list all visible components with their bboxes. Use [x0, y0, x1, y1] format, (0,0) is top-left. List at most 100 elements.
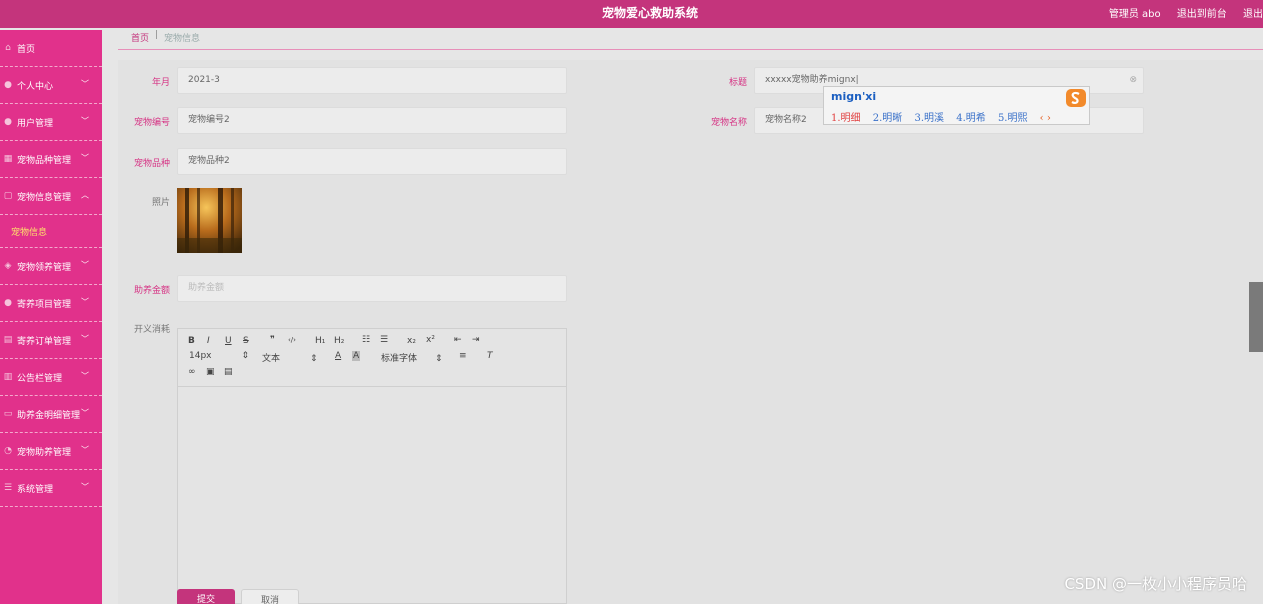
- watermark: CSDN @一枚小小程序员哈: [1064, 575, 1247, 593]
- title-input-value: xxxxx宠物助养mignx|: [765, 75, 859, 85]
- photo-label: 照片: [151, 198, 170, 208]
- pet-breed-input[interactable]: 宠物品种2: [177, 148, 567, 175]
- sidebar-item-pet-info[interactable]: ▢ 宠物信息管理 ︿: [0, 178, 102, 215]
- sidebar-item-breed[interactable]: ▦ 宠物品种管理 ﹀: [0, 141, 102, 178]
- underline-button[interactable]: U: [225, 336, 232, 346]
- pet-no-input[interactable]: 宠物编号2: [177, 107, 567, 134]
- ime-candidate[interactable]: 3.明溪: [914, 113, 944, 124]
- sidebar-item-sponsor[interactable]: ◔ 宠物助养管理 ﹀: [0, 433, 102, 470]
- ime-candidates: 1.明细 2.明晰 3.明溪 4.明希 5.明熙 ‹ ›: [831, 109, 1060, 124]
- video-icon[interactable]: ▤: [224, 367, 233, 377]
- amount-input[interactable]: 助养金额: [177, 275, 567, 302]
- cancel-button[interactable]: 取消: [241, 589, 299, 604]
- clear-icon[interactable]: ⊗: [1129, 68, 1137, 93]
- menu-icon: ☰: [3, 483, 13, 493]
- home-icon: ⌂: [5, 43, 11, 53]
- sidebar-item-foster-order[interactable]: ▤ 寄养订单管理 ﹀: [0, 322, 102, 359]
- submit-button[interactable]: 提交: [177, 589, 235, 604]
- h2-button[interactable]: H₂: [334, 336, 344, 346]
- person-icon: ●: [4, 298, 12, 308]
- font-family-select[interactable]: 标准字体 ⇕: [381, 351, 443, 364]
- strike-button[interactable]: S: [243, 336, 249, 346]
- bullet-list-icon[interactable]: ☰: [380, 335, 388, 345]
- sidebar-item-users[interactable]: ● 用户管理 ﹀: [0, 104, 102, 141]
- sogou-logo-icon: [1066, 89, 1086, 107]
- sidebar-item-home[interactable]: ⌂ 首页: [0, 30, 102, 67]
- align-icon[interactable]: ≡: [459, 351, 467, 361]
- breadcrumb: 首页 | 宠物信息: [118, 30, 1263, 50]
- chevron-down-icon: ﹀: [81, 482, 89, 492]
- sidebar-subitem-pet-info[interactable]: 宠物信息: [0, 215, 102, 248]
- breadcrumb-separator: |: [155, 30, 159, 40]
- chevron-down-icon: ﹀: [81, 371, 89, 381]
- italic-button[interactable]: I: [207, 336, 210, 346]
- ime-candidate[interactable]: 4.明希: [956, 113, 986, 124]
- ordered-list-icon[interactable]: ☷: [362, 335, 370, 345]
- app-title: 宠物爱心救助系统: [601, 6, 698, 20]
- ime-page-nav[interactable]: ‹ ›: [1040, 113, 1051, 124]
- h1-button[interactable]: H₁: [315, 336, 325, 346]
- sidebar-item-notice[interactable]: ▥ 公告栏管理 ﹀: [0, 359, 102, 396]
- top-header: 宠物爱心救助系统 管理员 abo 退出到前台 退出: [0, 0, 1263, 30]
- chevron-down-icon: ﹀: [81, 116, 89, 126]
- sidebar-item-fund-detail[interactable]: ▭ 助养金明细管理 ﹀: [0, 396, 102, 433]
- text-style-select[interactable]: 文本 ⇕: [262, 351, 318, 364]
- ime-candidate[interactable]: 1.明细: [831, 113, 861, 124]
- forest-image: [177, 188, 242, 253]
- breadcrumb-current: 宠物信息: [164, 34, 201, 44]
- ime-pinyin: mign'xi: [831, 90, 877, 103]
- scrollbar-thumb[interactable]: [1249, 282, 1263, 352]
- sidebar-item-personal[interactable]: ● 个人中心 ﹀: [0, 67, 102, 104]
- link-icon[interactable]: ∞: [188, 367, 196, 377]
- grid-icon: ▦: [3, 154, 13, 164]
- pet-breed-label: 宠物品种: [133, 159, 170, 169]
- year-month-label: 年月: [151, 78, 170, 88]
- editor-toolbar: B I U S ❞ ‹/› H₁ H₂ ☷ ☰ x₂ x² ⇤ ⇥ 14px ⇕ …: [178, 329, 566, 387]
- order-icon: ▤: [3, 335, 13, 345]
- list-icon: ▭: [3, 409, 13, 419]
- ime-candidate[interactable]: 5.明熙: [998, 113, 1028, 124]
- pet-photo[interactable]: [177, 188, 242, 253]
- clear-format-icon[interactable]: T: [487, 351, 493, 361]
- chart-icon: ▥: [3, 372, 13, 382]
- select-arrows-icon: ⇕: [435, 354, 443, 364]
- handshake-icon: ◈: [4, 261, 12, 271]
- pet-name-label: 宠物名称: [710, 118, 747, 128]
- chevron-down-icon: ﹀: [81, 153, 89, 163]
- ime-candidate-popup: mign'xi 1.明细 2.明晰 3.明溪 4.明希 5.明熙 ‹ ›: [823, 86, 1090, 125]
- indent-icon[interactable]: ⇥: [472, 335, 480, 345]
- quote-button[interactable]: ❞: [270, 335, 275, 345]
- admin-label: 管理员 abo: [1108, 9, 1161, 20]
- sidebar-item-system[interactable]: ☰ 系统管理 ﹀: [0, 470, 102, 507]
- code-button[interactable]: ‹/›: [288, 336, 296, 344]
- title-label: 标题: [728, 78, 747, 88]
- amount-label: 助养金额: [133, 286, 170, 296]
- details-label: 开义消耗: [133, 325, 170, 335]
- logout-link[interactable]: 退出: [1243, 9, 1263, 20]
- exit-to-front-link[interactable]: 退出到前台: [1177, 9, 1227, 20]
- font-color-icon[interactable]: A: [335, 351, 341, 361]
- background-color-icon[interactable]: A: [352, 351, 361, 361]
- breadcrumb-home[interactable]: 首页: [131, 31, 149, 44]
- chevron-down-icon: ﹀: [81, 297, 89, 307]
- chevron-up-icon: ︿: [81, 190, 89, 200]
- bold-button[interactable]: B: [188, 336, 195, 346]
- select-arrows-icon: ⇕: [310, 354, 318, 364]
- sidebar: ⌂ 首页 ● 个人中心 ﹀ ● 用户管理 ﹀ ▦ 宠物品种管理 ﹀ ▢ 宠物信息管理 ︿ 宠物信息…: [0, 30, 102, 604]
- chevron-down-icon: ﹀: [81, 79, 89, 89]
- sidebar-item-foster-project[interactable]: ● 寄养项目管理 ﹀: [0, 285, 102, 322]
- font-size-select[interactable]: 14px ⇕: [189, 351, 249, 361]
- chevron-down-icon: ﹀: [81, 260, 89, 270]
- image-icon[interactable]: ▣: [206, 367, 215, 377]
- header-actions: 管理员 abo 退出到前台 退出: [1096, 5, 1263, 20]
- rich-text-editor: B I U S ❞ ‹/› H₁ H₂ ☷ ☰ x₂ x² ⇤ ⇥ 14px ⇕ …: [177, 328, 567, 604]
- subscript-button[interactable]: x₂: [407, 336, 416, 346]
- user-icon: ●: [4, 80, 12, 90]
- select-arrows-icon: ⇕: [241, 351, 250, 361]
- superscript-button[interactable]: x²: [426, 335, 435, 345]
- year-month-input[interactable]: 2021-3: [177, 67, 567, 94]
- sidebar-item-adoption[interactable]: ◈ 宠物领养管理 ﹀: [0, 248, 102, 285]
- users-icon: ●: [4, 117, 12, 127]
- outdent-icon[interactable]: ⇤: [454, 335, 462, 345]
- ime-candidate[interactable]: 2.明晰: [873, 113, 903, 124]
